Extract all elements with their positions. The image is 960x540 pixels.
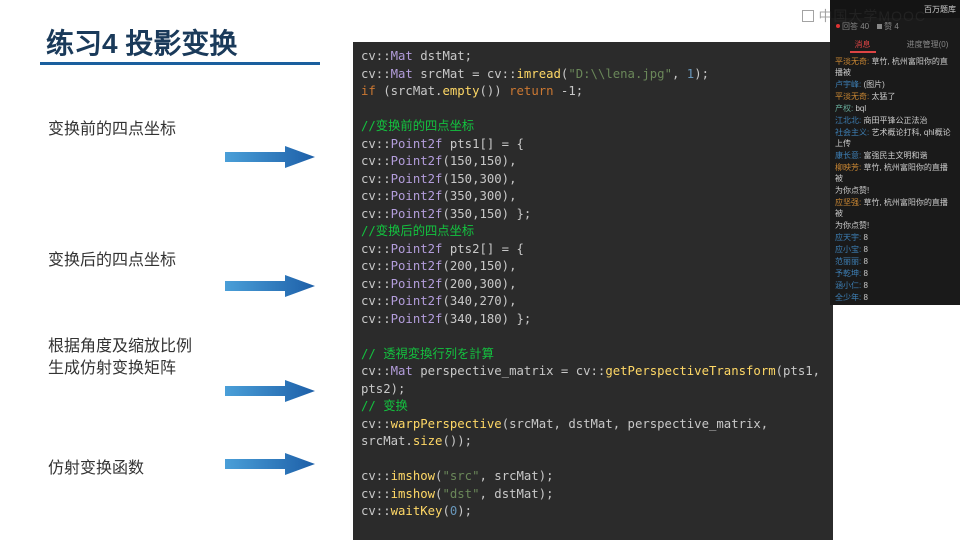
chat-line: 应天宇: 8: [835, 232, 955, 243]
arrow-icon: [225, 380, 315, 402]
note-function: 仿射变换函数: [48, 454, 144, 478]
tab-messages[interactable]: 消息: [830, 39, 895, 50]
chat-line: 柳映芳: 草竹, 杭州富阳你的直播被: [835, 162, 955, 184]
live-chat-sidebar: 百万题库 回答 40 赞 4 消息 进度管理(0) 平淡无奇: 草竹, 杭州富阳…: [830, 0, 960, 305]
note-matrix: 根据角度及缩放比例 生成仿射变换矩阵: [48, 336, 192, 380]
chat-line: 范丽丽: 8: [835, 256, 955, 267]
note-before-points: 变换前的四点坐标: [48, 115, 176, 139]
slide-title: 练习4 投影变换: [46, 22, 237, 62]
tab-progress[interactable]: 进度管理(0): [895, 39, 960, 50]
chat-line: 为你点赞!: [835, 220, 955, 231]
code-editor-panel: cv::Mat dstMat; cv::Mat srcMat = cv::imr…: [353, 42, 833, 540]
chat-line: 草妹妹: 草竹, 杭州富阳你的直播被: [835, 304, 955, 305]
chat-line: 江北北: 商田平锋公正法治: [835, 115, 955, 126]
chat-line: 为你点赞!: [835, 185, 955, 196]
chat-line: 平淡无奇: 太猛了: [835, 91, 955, 102]
chat-message-list: 平淡无奇: 草竹, 杭州富阳你的直播被卢宇峰: (图片)平淡无奇: 太猛了产权:…: [830, 54, 960, 305]
watermark-logo: 中国大学MOOC: [802, 6, 926, 26]
chat-line: 卢宇峰: (图片): [835, 79, 955, 90]
arrow-icon: [225, 146, 315, 168]
logo-box-icon: [802, 10, 814, 22]
arrow-icon: [225, 275, 315, 297]
title-underline: [40, 62, 320, 65]
chat-line: 社会主义: 艺术概论打科, qhl概论上传: [835, 127, 955, 149]
chat-line: 予乾坤: 8: [835, 268, 955, 279]
chat-line: 涵小仁: 8: [835, 280, 955, 291]
chat-line: 应坚强: 草竹, 杭州富阳你的直播被: [835, 197, 955, 219]
chat-line: 平淡无奇: 草竹, 杭州富阳你的直播被: [835, 56, 955, 78]
sidebar-tabs: 消息 进度管理(0): [830, 34, 960, 54]
header-label: 百万题库: [924, 4, 956, 15]
chat-line: 全少年: 8: [835, 292, 955, 303]
note-after-points: 变换后的四点坐标: [48, 246, 176, 270]
arrow-icon: [225, 453, 315, 475]
chat-line: 产权: bql: [835, 103, 955, 114]
chat-line: 应小宝: 8: [835, 244, 955, 255]
chat-line: 康长意: 富强民主文明和谐: [835, 150, 955, 161]
slide-notes-area: 练习4 投影变换 变换前的四点坐标 变换后的四点坐标 根据角度及缩放比例 生成仿…: [0, 0, 353, 540]
